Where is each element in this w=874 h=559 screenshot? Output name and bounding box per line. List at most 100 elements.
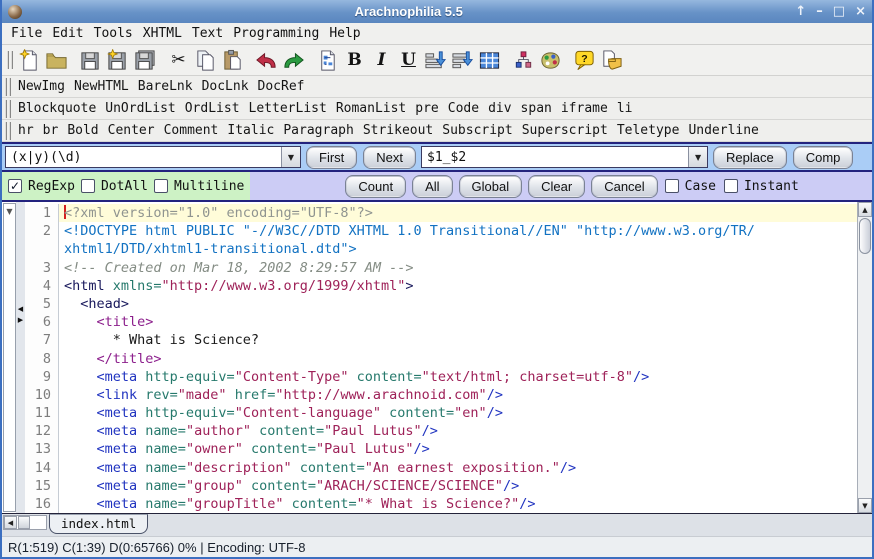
- next-button[interactable]: Next: [364, 147, 415, 168]
- line-content[interactable]: <head>: [59, 295, 857, 313]
- menu-edit[interactable]: Edit: [47, 25, 88, 42]
- tag-button-teletype[interactable]: Teletype: [613, 122, 684, 139]
- code-line[interactable]: 9 <meta http-equiv="Content-Type" conten…: [25, 368, 857, 386]
- tag-button-letterlist[interactable]: LetterList: [245, 100, 331, 117]
- toolbar-drag-handle[interactable]: [7, 51, 13, 69]
- tree-collapse-icon[interactable]: ▼: [6, 207, 12, 216]
- tag-button-strikeout[interactable]: Strikeout: [359, 122, 437, 139]
- line-content[interactable]: <meta name="owner" content="Paul Lutus"/…: [59, 440, 857, 458]
- code-line[interactable]: 11 <meta http-equiv="Content-language" c…: [25, 404, 857, 422]
- tag-button-center[interactable]: Center: [104, 122, 159, 139]
- tag-button-romanlist[interactable]: RomanList: [332, 100, 410, 117]
- maximize-button[interactable]: □: [833, 5, 845, 19]
- line-content[interactable]: <html xmlns="http://www.w3.org/1999/xhtm…: [59, 277, 857, 295]
- mini-scrollbar-thumb[interactable]: [18, 516, 30, 529]
- line-content[interactable]: * What is Science?: [59, 331, 857, 349]
- checkbox-dotall[interactable]: DotAll: [81, 179, 148, 194]
- context-help-icon[interactable]: [598, 47, 625, 74]
- undo-icon[interactable]: [253, 47, 280, 74]
- line-content[interactable]: <!DOCTYPE html PUBLIC "-//W3C//DTD XHTML…: [59, 222, 857, 240]
- code-line[interactable]: 8 </title>: [25, 350, 857, 368]
- tag-button-div[interactable]: div: [484, 100, 515, 117]
- line-content[interactable]: <meta name="group" content="ARACH/SCIENC…: [59, 477, 857, 495]
- comp-button[interactable]: Comp: [794, 147, 853, 168]
- outdent-icon[interactable]: [422, 47, 449, 74]
- tag-button-doclnk[interactable]: DocLnk: [198, 78, 253, 95]
- cancel-button[interactable]: Cancel: [592, 176, 656, 197]
- tag-button-unordlist[interactable]: UnOrdList: [101, 100, 179, 117]
- tag-button-newhtml[interactable]: NewHTML: [70, 78, 133, 95]
- clear-button[interactable]: Clear: [529, 176, 584, 197]
- code-line[interactable]: 4<html xmlns="http://www.w3.org/1999/xht…: [25, 277, 857, 295]
- line-content[interactable]: <link rev="made" href="http://www.arachn…: [59, 386, 857, 404]
- bold-icon[interactable]: B: [341, 47, 368, 74]
- code-line[interactable]: 6 <title>: [25, 313, 857, 331]
- global-button[interactable]: Global: [460, 176, 522, 197]
- quickbar-drag-handle[interactable]: [5, 100, 11, 118]
- menu-help[interactable]: Help: [324, 25, 365, 42]
- scroll-up-button[interactable]: ▲: [858, 202, 872, 217]
- tag-button-docref[interactable]: DocRef: [254, 78, 309, 95]
- all-button[interactable]: All: [413, 176, 451, 197]
- line-content[interactable]: <meta http-equiv="Content-language" cont…: [59, 404, 857, 422]
- code-line[interactable]: 7 * What is Science?: [25, 331, 857, 349]
- italic-icon[interactable]: I: [368, 47, 395, 74]
- menu-file[interactable]: File: [6, 25, 47, 42]
- tag-button-ordlist[interactable]: OrdList: [181, 100, 244, 117]
- cut-icon[interactable]: ✂: [165, 47, 192, 74]
- copy-icon[interactable]: [192, 47, 219, 74]
- regexp-checkbox-box[interactable]: ✓: [8, 179, 22, 193]
- first-button[interactable]: First: [307, 147, 356, 168]
- tag-button-comment[interactable]: Comment: [160, 122, 223, 139]
- color-palette-icon[interactable]: [537, 47, 564, 74]
- close-button[interactable]: ×: [855, 5, 866, 19]
- save-icon[interactable]: [77, 47, 104, 74]
- mini-scroll-left-button[interactable]: ◀: [4, 516, 17, 529]
- replace-input[interactable]: [422, 147, 688, 167]
- code-line[interactable]: 15 <meta name="group" content="ARACH/SCI…: [25, 477, 857, 495]
- case-checkbox-box[interactable]: [665, 179, 679, 193]
- menu-text[interactable]: Text: [187, 25, 228, 42]
- new-file-icon[interactable]: [16, 47, 43, 74]
- menu-tools[interactable]: Tools: [89, 25, 138, 42]
- tag-button-br[interactable]: br: [39, 122, 63, 139]
- indent-icon[interactable]: [449, 47, 476, 74]
- tab-index-html[interactable]: index.html: [49, 514, 148, 534]
- line-content[interactable]: <!-- Created on Mar 18, 2002 8:29:57 AM …: [59, 259, 857, 277]
- code-editor[interactable]: 1<?xml version="1.0" encoding="UTF-8"?>2…: [25, 202, 857, 513]
- find-input[interactable]: [6, 147, 281, 167]
- multiline-checkbox-box[interactable]: [154, 179, 168, 193]
- menu-programming[interactable]: Programming: [228, 25, 324, 42]
- tag-button-bold[interactable]: Bold: [63, 122, 102, 139]
- tag-button-paragraph[interactable]: Paragraph: [279, 122, 357, 139]
- code-line[interactable]: 14 <meta name="description" content="An …: [25, 459, 857, 477]
- tag-button-hr[interactable]: hr: [14, 122, 38, 139]
- tag-button-superscript[interactable]: Superscript: [518, 122, 612, 139]
- shade-button[interactable]: ↑: [795, 5, 806, 19]
- tag-button-pre[interactable]: pre: [411, 100, 442, 117]
- line-content[interactable]: <meta name="description" content="An ear…: [59, 459, 857, 477]
- tag-button-italic[interactable]: Italic: [223, 122, 278, 139]
- tag-button-underline[interactable]: Underline: [684, 122, 762, 139]
- code-line[interactable]: 3<!-- Created on Mar 18, 2002 8:29:57 AM…: [25, 259, 857, 277]
- save-all-icon[interactable]: [131, 47, 158, 74]
- line-content[interactable]: xhtml1/DTD/xhtml1-transitional.dtd">: [59, 240, 857, 258]
- line-content[interactable]: <meta name="author" content="Paul Lutus"…: [59, 422, 857, 440]
- dotall-checkbox-box[interactable]: [81, 179, 95, 193]
- splitter-left-icon[interactable]: ◀: [18, 304, 23, 315]
- code-line[interactable]: 5 <head>: [25, 295, 857, 313]
- tag-button-span[interactable]: span: [517, 100, 556, 117]
- code-line[interactable]: 16 <meta name="groupTitle" content="* Wh…: [25, 495, 857, 513]
- checkbox-regexp[interactable]: ✓RegExp: [8, 179, 75, 194]
- code-line[interactable]: 1<?xml version="1.0" encoding="UTF-8"?>: [25, 204, 857, 222]
- quickbar-drag-handle[interactable]: [5, 78, 11, 96]
- help-icon[interactable]: ?: [571, 47, 598, 74]
- line-content[interactable]: <?xml version="1.0" encoding="UTF-8"?>: [59, 204, 857, 222]
- line-content[interactable]: </title>: [59, 350, 857, 368]
- tag-button-code[interactable]: Code: [444, 100, 483, 117]
- line-content[interactable]: <meta name="groupTitle" content="* What …: [59, 495, 857, 513]
- menu-xhtml[interactable]: XHTML: [138, 25, 187, 42]
- browser-view-icon[interactable]: [314, 47, 341, 74]
- replace-button[interactable]: Replace: [714, 147, 786, 168]
- scrollbar-thumb[interactable]: [859, 218, 871, 254]
